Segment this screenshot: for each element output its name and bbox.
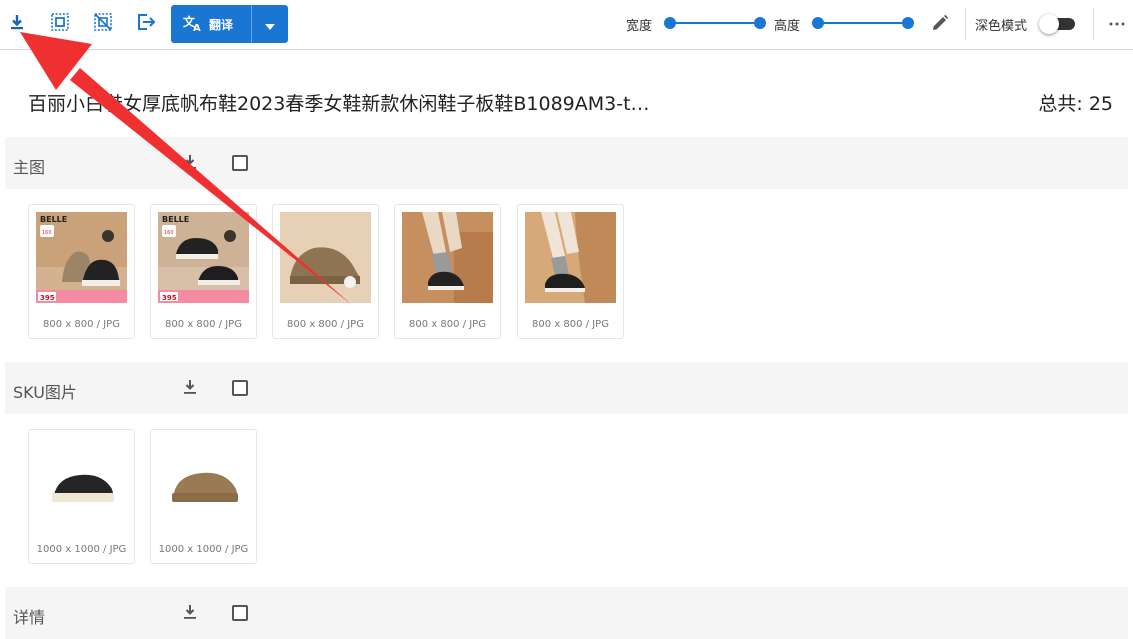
image-caption: 800 x 800 / JPG <box>43 319 120 330</box>
deselect-icon[interactable] <box>92 11 114 33</box>
toolbar: 文A 翻译 宽度 高度 深色模式 <box>0 0 1133 50</box>
svg-text:160: 160 <box>164 230 174 236</box>
image-caption: 800 x 800 / JPG <box>532 319 609 330</box>
sku-thumbnail <box>158 437 249 528</box>
download-icon[interactable] <box>6 11 28 33</box>
download-icon[interactable] <box>181 153 199 171</box>
image-caption: 800 x 800 / JPG <box>409 319 486 330</box>
translate-button[interactable]: 文A 翻译 <box>171 5 288 43</box>
image-caption: 800 x 800 / JPG <box>287 319 364 330</box>
main-image-card[interactable]: 800 x 800 / JPG <box>394 204 501 339</box>
svg-text:BELLE: BELLE <box>40 215 67 224</box>
translate-label: 翻译 <box>209 17 234 32</box>
sku-image-card[interactable]: 1000 x 1000 / JPG <box>28 429 135 564</box>
width-slider[interactable] <box>664 17 766 29</box>
product-thumbnail: BELLE 160 395 <box>158 212 249 303</box>
sku-image-card[interactable]: 1000 x 1000 / JPG <box>150 429 257 564</box>
section-main-checkbox[interactable] <box>232 155 248 171</box>
caret-down-icon <box>265 15 275 34</box>
section-detail-header: 详情 <box>5 587 1128 639</box>
pencil-icon[interactable] <box>930 13 952 35</box>
download-icon[interactable] <box>181 603 199 621</box>
image-caption: 1000 x 1000 / JPG <box>36 544 127 555</box>
section-detail-checkbox[interactable] <box>232 605 248 621</box>
svg-text:A: A <box>193 23 201 32</box>
svg-text:395: 395 <box>40 294 55 302</box>
section-main-label: 主图 <box>13 158 46 177</box>
main-image-card[interactable]: BELLE 160 395 800 x 800 / JPG <box>150 204 257 339</box>
main-image-card[interactable]: 800 x 800 / JPG <box>272 204 379 339</box>
translate-main-button[interactable]: 文A 翻译 <box>171 5 251 43</box>
image-caption: 1000 x 1000 / JPG <box>158 544 249 555</box>
product-thumbnail <box>402 212 493 303</box>
height-label: 高度 <box>774 19 801 34</box>
main-image-card[interactable]: 800 x 800 / JPG <box>517 204 624 339</box>
more-icon[interactable] <box>1107 13 1129 35</box>
product-thumbnail <box>280 212 371 303</box>
height-slider-knob-min[interactable] <box>812 17 824 29</box>
translate-icon: 文A <box>183 14 203 35</box>
width-slider-knob-min[interactable] <box>664 17 676 29</box>
main-image-card[interactable]: BELLE 160 395 800 x 800 / JPG <box>28 204 135 339</box>
section-main-header: 主图 <box>5 137 1128 189</box>
translate-dropdown-button[interactable] <box>252 5 288 43</box>
product-title: 百丽小白鞋女厚底帆布鞋2023春季女鞋新款休闲鞋子板鞋B1089AM3-t… <box>28 93 650 115</box>
svg-text:BELLE: BELLE <box>162 215 189 224</box>
product-thumbnail: BELLE 160 395 <box>36 212 127 303</box>
width-slider-knob-max[interactable] <box>754 17 766 29</box>
product-thumbnail <box>525 212 616 303</box>
total-count: 总共: 25 <box>1038 93 1113 115</box>
sku-thumbnail <box>36 437 127 528</box>
svg-text:395: 395 <box>162 294 177 302</box>
svg-text:160: 160 <box>42 230 52 236</box>
toolbar-divider <box>965 8 966 40</box>
section-detail-label: 详情 <box>13 608 46 627</box>
export-icon[interactable] <box>135 11 157 33</box>
download-icon[interactable] <box>181 378 199 396</box>
section-sku-checkbox[interactable] <box>232 380 248 396</box>
height-slider[interactable] <box>812 17 914 29</box>
width-label: 宽度 <box>626 19 653 34</box>
dark-mode-toggle[interactable] <box>1039 14 1075 34</box>
toolbar-divider <box>1093 8 1094 40</box>
section-sku-label: SKU图片 <box>13 383 77 402</box>
dark-mode-label: 深色模式 <box>975 19 1028 34</box>
height-slider-knob-max[interactable] <box>902 17 914 29</box>
section-sku-header: SKU图片 <box>5 362 1128 414</box>
image-caption: 800 x 800 / JPG <box>165 319 242 330</box>
select-all-icon[interactable] <box>49 11 71 33</box>
